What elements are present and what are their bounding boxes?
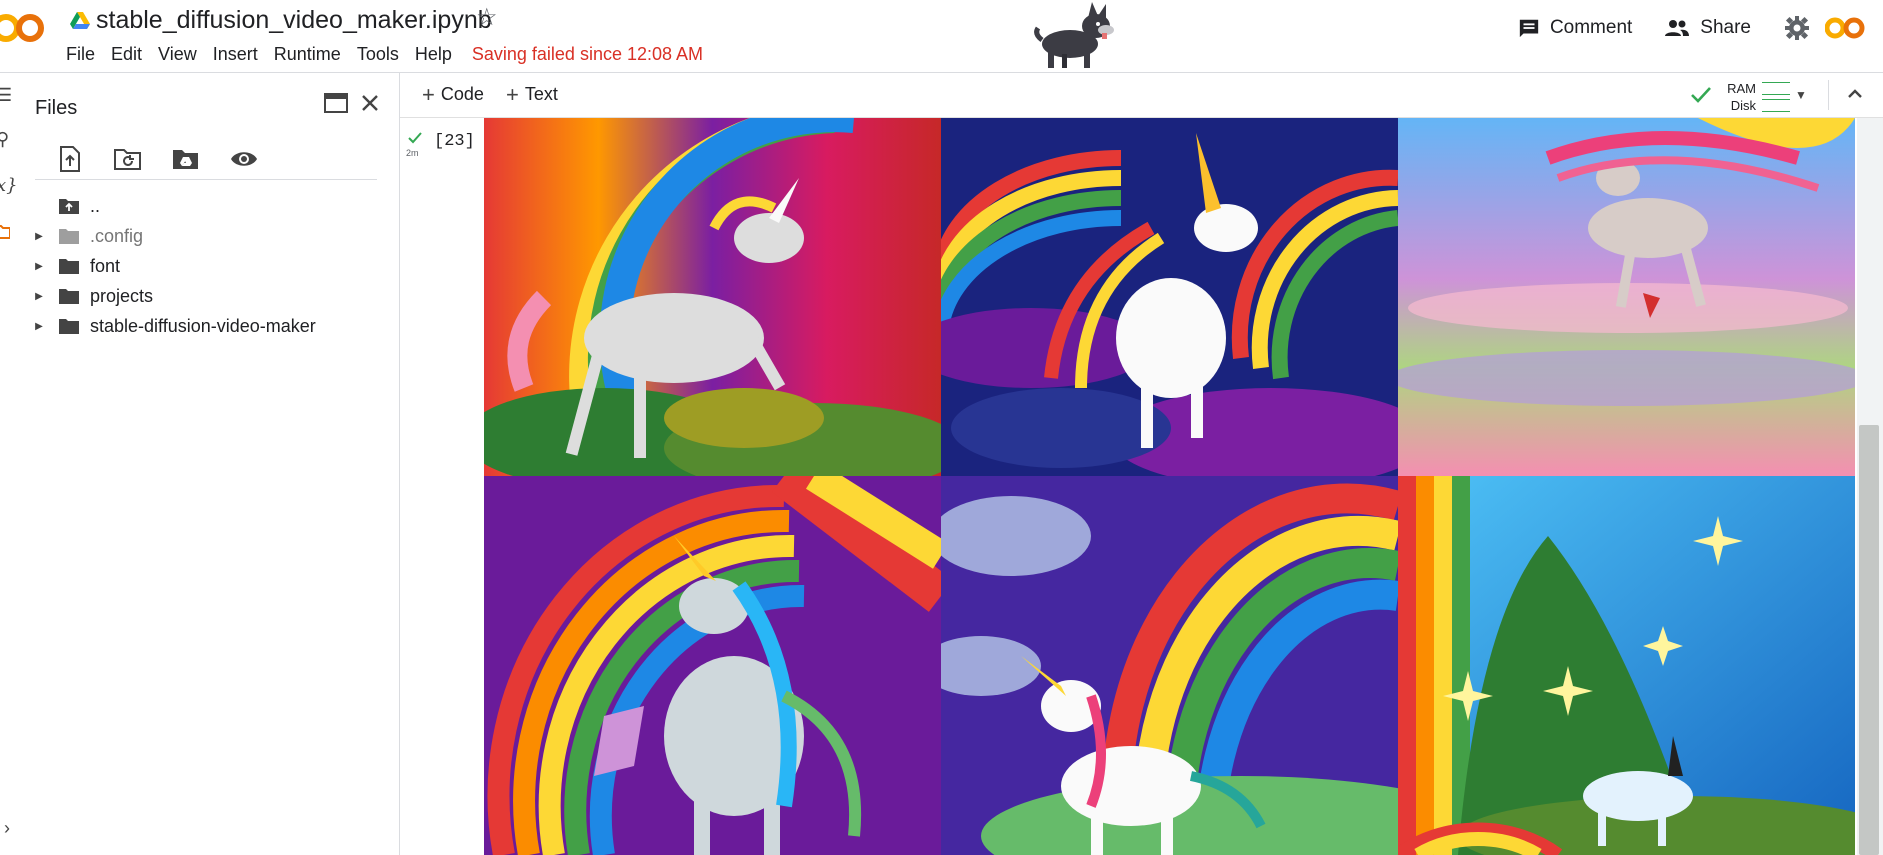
tree-item-font[interactable]: ▶ font xyxy=(30,251,316,281)
output-image-unicorn-rainbow-1 xyxy=(484,118,941,476)
notebook-toolbar: + Code + Text xyxy=(400,73,1883,118)
colab-account-logo[interactable] xyxy=(1825,14,1867,42)
resource-labels: RAM Disk xyxy=(1722,80,1756,114)
output-image-grid xyxy=(484,118,1855,855)
folder-icon xyxy=(59,229,79,244)
output-image-unicorn-rainbow-5 xyxy=(941,476,1398,855)
files-folder-icon[interactable] xyxy=(0,223,10,239)
star-icon[interactable]: ☆ xyxy=(476,6,498,30)
save-status[interactable]: Saving failed since 12:08 AM xyxy=(472,44,703,65)
expand-caret-icon[interactable]: ▶ xyxy=(30,291,48,302)
plus-icon: + xyxy=(506,81,519,107)
output-image-unicorn-rainbow-3 xyxy=(1398,118,1855,476)
parent-folder-icon xyxy=(59,199,79,214)
menu-help[interactable]: Help xyxy=(415,42,452,66)
left-icon-strip: ☰ ⚲ x} xyxy=(0,73,30,855)
sidebar-window-actions xyxy=(324,93,380,113)
comment-button[interactable]: Comment xyxy=(1518,17,1632,39)
tree-item-label: stable-diffusion-video-maker xyxy=(90,315,316,336)
corgi-mascot xyxy=(1032,0,1122,72)
chevron-up-icon[interactable] xyxy=(1845,84,1865,104)
sidebar-title: Files xyxy=(35,97,78,119)
output-image-unicorn-rainbow-6 xyxy=(1398,476,1855,855)
cell-execution-count: [23] xyxy=(434,132,475,151)
output-image-unicorn-rainbow-4 xyxy=(484,476,941,855)
menu-icon[interactable]: ☰ xyxy=(0,85,12,106)
variables-icon[interactable]: x} xyxy=(0,175,18,196)
tree-item-projects[interactable]: ▶ projects xyxy=(30,281,316,311)
add-text-button[interactable]: + Text xyxy=(506,81,558,107)
tree-item-label: .. xyxy=(90,195,101,216)
file-tools xyxy=(52,141,262,177)
drive-icon xyxy=(70,11,90,29)
resource-bars xyxy=(1762,82,1790,116)
tree-item-label: .config xyxy=(90,225,144,246)
plus-icon: + xyxy=(422,81,435,107)
folder-icon xyxy=(59,319,79,334)
add-code-label: Code xyxy=(440,84,484,104)
output-image-unicorn-rainbow-2 xyxy=(941,118,1398,476)
menu-view[interactable]: View xyxy=(158,42,197,66)
tree-item-label: projects xyxy=(90,285,154,306)
notebook-title[interactable]: stable_diffusion_video_maker.ipynb xyxy=(96,6,492,35)
tree-item-stable-diffusion-video-maker[interactable]: ▶ stable-diffusion-video-maker xyxy=(30,311,316,341)
comment-icon xyxy=(1519,19,1539,38)
close-icon[interactable] xyxy=(360,93,380,113)
search-icon[interactable]: ⚲ xyxy=(0,129,9,150)
upload-file-icon[interactable] xyxy=(52,141,88,177)
menu-bar: File Edit View Insert Runtime Tools Help… xyxy=(66,42,703,66)
disk-bar xyxy=(1762,99,1790,112)
menu-file[interactable]: File xyxy=(66,42,95,66)
comment-label: Comment xyxy=(1549,17,1633,38)
menu-runtime[interactable]: Runtime xyxy=(274,42,341,66)
file-tree: .. ▶ .config ▶ font ▶ projects ▶ stable-… xyxy=(30,191,316,341)
sidebar-divider xyxy=(35,179,377,180)
ram-label: RAM xyxy=(1727,81,1756,96)
menu-edit[interactable]: Edit xyxy=(111,42,142,66)
ram-bar xyxy=(1762,82,1790,95)
header-actions: Comment Share xyxy=(1486,14,1867,42)
add-text-label: Text xyxy=(524,84,558,104)
refresh-folder-icon[interactable] xyxy=(110,141,146,177)
settings-gear-icon[interactable] xyxy=(1785,16,1809,40)
expand-caret-icon[interactable]: ▶ xyxy=(30,321,48,332)
show-hidden-eye-icon[interactable] xyxy=(226,141,262,177)
folder-icon xyxy=(59,259,79,274)
share-button[interactable]: Share xyxy=(1664,17,1751,39)
add-code-button[interactable]: + Code xyxy=(422,81,484,107)
tree-item-parent[interactable]: .. xyxy=(30,191,316,221)
cell-run-check-icon[interactable] xyxy=(408,132,422,144)
toolbar-separator xyxy=(1828,80,1829,110)
disk-label: Disk xyxy=(1730,98,1756,113)
colab-logo[interactable] xyxy=(0,10,46,46)
folder-icon xyxy=(59,289,79,304)
files-sidebar: Files .. ▶ .config ▶ font ▶ projects ▶ s… xyxy=(0,73,400,855)
expand-caret-icon[interactable]: ▶ xyxy=(30,261,48,272)
share-label: Share xyxy=(1700,17,1751,38)
check-icon xyxy=(1691,87,1711,103)
notebook-title-row: stable_diffusion_video_maker.ipynb xyxy=(70,6,492,35)
menu-tools[interactable]: Tools xyxy=(357,42,399,66)
resource-indicator[interactable]: RAM Disk xyxy=(1690,80,1830,114)
tree-item-config[interactable]: ▶ .config xyxy=(30,221,316,251)
people-icon xyxy=(1665,20,1690,36)
menu-insert[interactable]: Insert xyxy=(213,42,258,66)
tree-item-label: font xyxy=(90,255,121,276)
runtime-dropdown-icon[interactable]: ▼ xyxy=(1795,88,1807,102)
open-in-tab-icon[interactable] xyxy=(324,93,348,113)
expand-caret-icon[interactable]: ▶ xyxy=(30,231,48,242)
cell-run-time: 2m xyxy=(406,148,419,158)
output-scrollbar-thumb[interactable] xyxy=(1859,425,1879,855)
mount-drive-icon[interactable] xyxy=(168,141,204,177)
app-header: stable_diffusion_video_maker.ipynb ☆ Fil… xyxy=(0,0,1883,73)
